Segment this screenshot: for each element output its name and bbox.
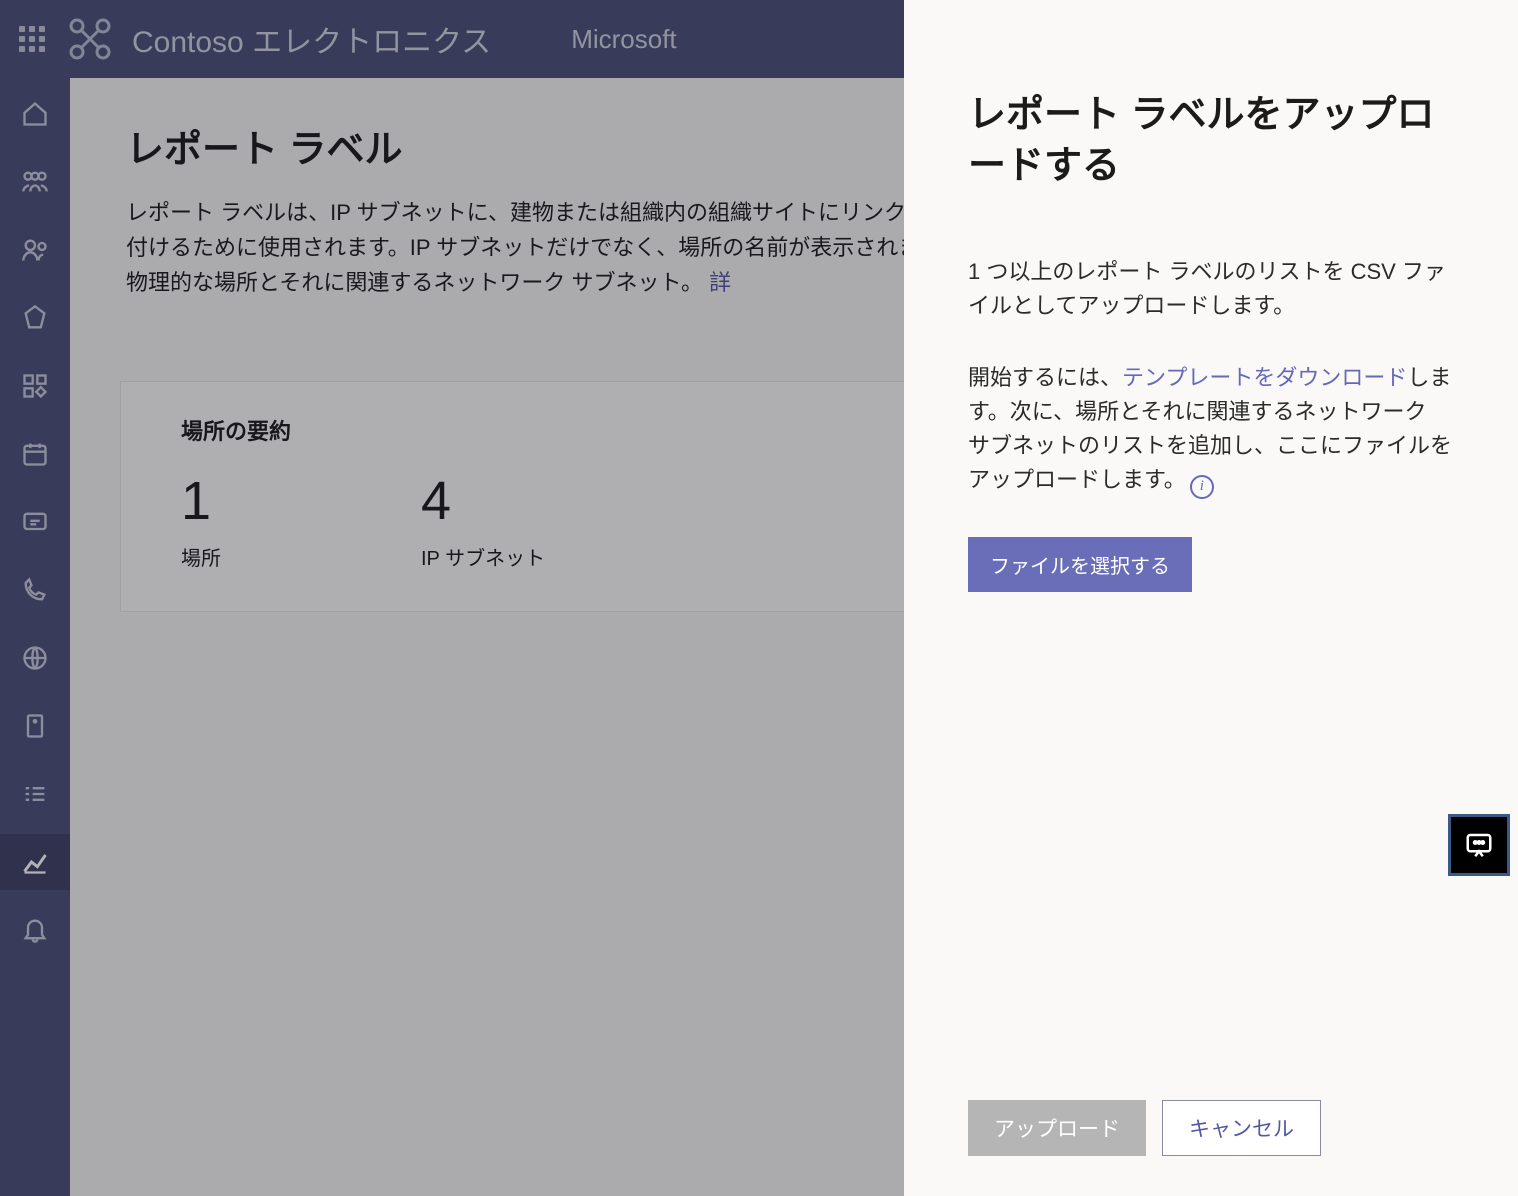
panel-paragraph-1: 1 つ以上のレポート ラベルのリストを CSV ファイルとしてアップロードします… bbox=[968, 255, 1454, 323]
feedback-button[interactable] bbox=[1448, 814, 1510, 876]
upload-button: アップロード bbox=[968, 1100, 1146, 1156]
panel-body: 1 つ以上のレポート ラベルのリストを CSV ファイルとしてアップロードします… bbox=[968, 255, 1454, 1080]
upload-panel: レポート ラベルをアップロードする 1 つ以上のレポート ラベルのリストを CS… bbox=[904, 0, 1518, 1196]
panel-title: レポート ラベルをアップロードする bbox=[968, 90, 1454, 193]
info-icon[interactable]: i bbox=[1190, 475, 1214, 499]
cancel-button[interactable]: キャンセル bbox=[1162, 1100, 1321, 1156]
download-template-link[interactable]: テンプレートをダウンロード bbox=[1122, 365, 1407, 390]
select-file-button[interactable]: ファイルを選択する bbox=[968, 537, 1192, 592]
panel-footer: アップロード キャンセル bbox=[968, 1080, 1454, 1156]
panel-paragraph-2: 開始するには、テンプレートをダウンロードします。次に、場所とそれに関連するネット… bbox=[968, 361, 1454, 499]
